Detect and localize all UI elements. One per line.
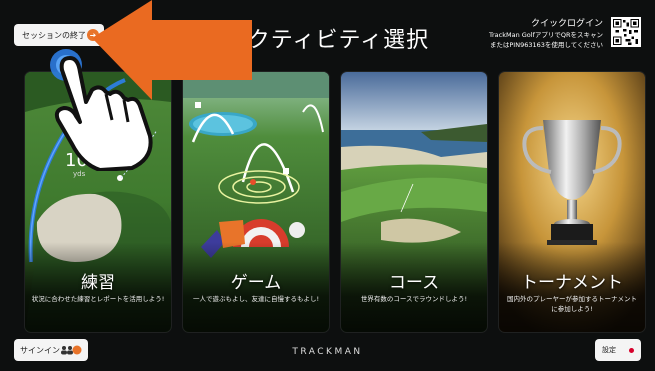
card-description: 状況に合わせた練習とレポートを活用しよう! [31,295,165,303]
notification-dot-icon [629,347,634,353]
card-description: 一人で遊ぶもよし、友達に自慢するもよし! [192,295,320,303]
quick-login-info: クイックログイン TrackMan GolfアプリでQRをスキャン またはPIN… [489,18,603,50]
card-description: 国内外のプレーヤーが参加するトーナメントに参加しよう! [507,295,637,313]
card-title: コース [388,273,440,293]
settings-button[interactable]: 設定 [595,339,641,361]
card-title: ゲーム [230,273,282,293]
practice-overlay-unit: yds [73,170,86,178]
brand-logo: TRACKMAN [292,347,363,357]
qr-code-icon [611,17,641,47]
activity-card-game[interactable]: ゲーム 一人で遊ぶもよし、友達に自慢するもよし! [183,72,329,332]
tap-hand-icon [50,49,153,171]
activity-card-tournament[interactable]: トーナメント 国内外のプレーヤーが参加するトーナメントに参加しよう! [499,72,645,332]
quick-login-title: クイックログイン [530,19,603,29]
activity-card-course[interactable]: コース 世界有数のコースでラウンドしよう! [341,72,487,332]
quick-login-line1: TrackMan GolfアプリでQRをスキャン [488,31,603,39]
settings-label: 設定 [602,346,616,354]
card-title: 練習 [81,273,115,293]
quick-login-line2: またはPIN9631​63を使用してください [489,41,603,49]
card-title: トーナメント [521,273,623,293]
card-description: 世界有数のコースでラウンドしよう! [360,295,468,303]
